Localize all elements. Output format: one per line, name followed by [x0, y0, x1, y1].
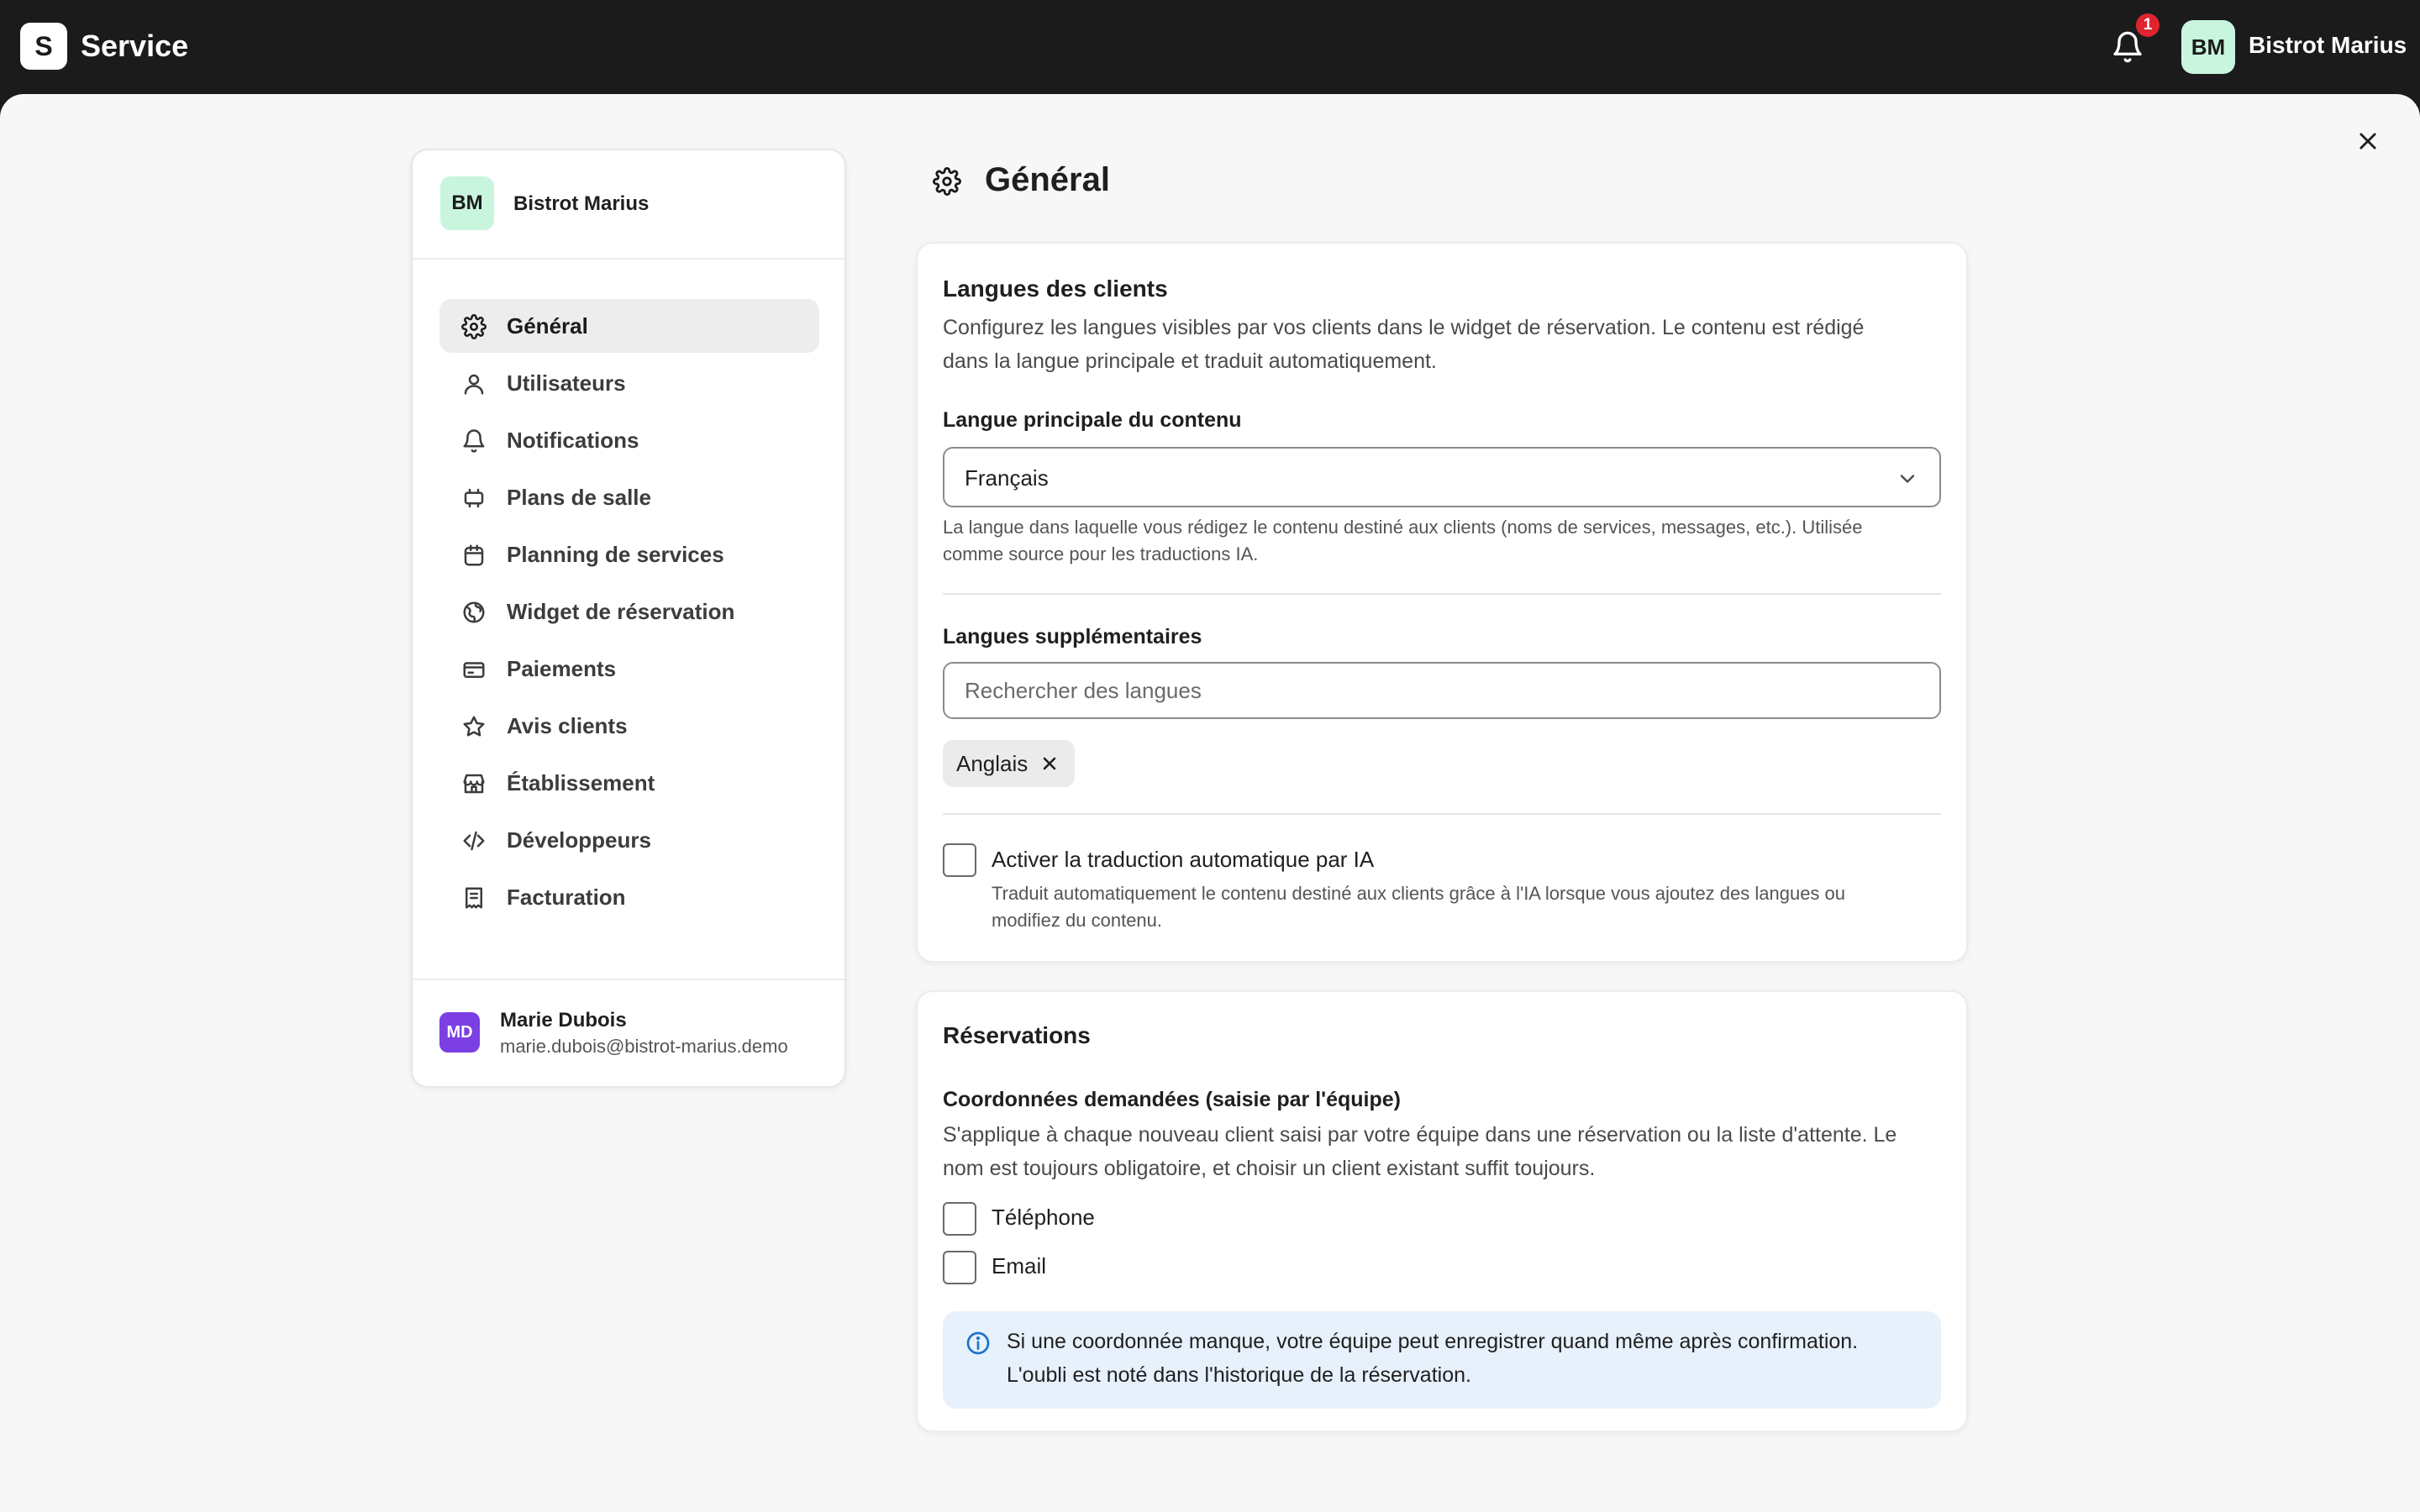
sidebar-item-payments[interactable]: Paiements — [439, 642, 819, 696]
language-chip-english: Anglais — [943, 740, 1076, 787]
primary-language-value: Français — [965, 465, 1049, 491]
store-icon — [461, 771, 487, 796]
info-banner: Si une coordonnée manque, votre équipe p… — [943, 1311, 1941, 1409]
globe-icon — [461, 600, 487, 625]
sidebar-item-floor-plans[interactable]: Plans de salle — [439, 470, 819, 524]
sidebar-org-name: Bistrot Marius — [513, 192, 650, 215]
gear-icon — [933, 167, 961, 196]
auto-translate-hint-line2: modifiez du contenu. — [992, 910, 1163, 931]
auto-translate-label[interactable]: Activer la traduction automatique par IA — [992, 847, 1374, 873]
org-name[interactable]: Bistrot Marius — [2249, 32, 2407, 59]
receipt-icon — [461, 885, 487, 911]
primary-language-select[interactable]: Français — [943, 447, 1941, 507]
floor-plan-icon — [461, 486, 487, 511]
extra-languages-label: Langues supplémentaires — [943, 625, 1202, 648]
user-name: Marie Dubois — [500, 1009, 627, 1032]
languages-card: Langues des clients Configurez les langu… — [916, 242, 1968, 963]
sidebar-item-label: Plans de salle — [507, 484, 651, 510]
auto-translate-checkbox[interactable] — [943, 843, 976, 877]
divider — [943, 593, 1941, 595]
star-icon — [461, 714, 487, 739]
languages-title: Langues des clients — [943, 276, 1168, 302]
user-email: marie.dubois@bistrot-marius.demo — [500, 1036, 788, 1057]
reservations-title: Réservations — [943, 1022, 1091, 1048]
language-search-input[interactable] — [943, 662, 1941, 719]
bell-icon — [461, 428, 487, 454]
phone-checkbox[interactable] — [943, 1202, 976, 1236]
languages-description-line2: dans la langue principale et traduit aut… — [943, 349, 1437, 373]
sidebar-item-label: Développeurs — [507, 827, 651, 853]
phone-label[interactable]: Téléphone — [992, 1205, 1095, 1231]
languages-description-line1: Configurez les langues visibles par vos … — [943, 316, 1865, 339]
top-bar: S Service 1 BM Bistrot Marius — [0, 0, 2420, 94]
brand-name[interactable]: Service — [81, 29, 188, 64]
chevron-down-icon — [1896, 467, 1919, 491]
chip-label: Anglais — [956, 750, 1028, 776]
page-title: Général — [985, 161, 1110, 198]
sidebar-item-developers[interactable]: Développeurs — [439, 813, 819, 867]
contact-fields-description-line2: nom est toujours obligatoire, et choisir… — [943, 1157, 1596, 1180]
sidebar-item-label: Général — [507, 312, 588, 339]
divider — [943, 813, 1941, 815]
contact-fields-label: Coordonnées demandées (saisie par l'équi… — [943, 1088, 1401, 1111]
notification-count-badge: 1 — [2136, 13, 2160, 37]
email-label[interactable]: Email — [992, 1253, 1046, 1279]
primary-language-label: Langue principale du contenu — [943, 408, 1242, 432]
sidebar-item-label: Facturation — [507, 884, 626, 910]
sidebar-item-label: Widget de réservation — [507, 598, 735, 624]
settings-sidebar: BM Bistrot Marius Général Utilisateurs N… — [411, 149, 846, 1088]
contact-fields-description-line1: S'applique à chaque nouveau client saisi… — [943, 1123, 1897, 1147]
sidebar-item-notifications[interactable]: Notifications — [439, 413, 819, 467]
sidebar-nav: Général Utilisateurs Notifications Plans… — [439, 299, 819, 927]
primary-language-hint-line1: La langue dans laquelle vous rédigez le … — [943, 517, 1863, 538]
reservations-card: Réservations Coordonnées demandées (sais… — [916, 990, 1968, 1432]
sidebar-user[interactable]: MD Marie Dubois marie.dubois@bistrot-mar… — [413, 979, 844, 1086]
calendar-icon — [461, 543, 487, 568]
sidebar-item-billing[interactable]: Facturation — [439, 870, 819, 924]
info-text: Si une coordonnée manque, votre équipe p… — [1007, 1325, 1923, 1392]
notifications-bell-icon[interactable] — [2111, 30, 2144, 64]
sidebar-item-label: Avis clients — [507, 712, 628, 738]
sidebar-item-label: Notifications — [507, 427, 639, 453]
sidebar-item-label: Planning de services — [507, 541, 724, 567]
sidebar-item-establishment[interactable]: Établissement — [439, 756, 819, 810]
credit-card-icon — [461, 657, 487, 682]
email-checkbox[interactable] — [943, 1251, 976, 1284]
primary-language-hint-line2: comme source pour les traductions IA. — [943, 543, 1259, 564]
sidebar-item-booking-widget[interactable]: Widget de réservation — [439, 585, 819, 638]
sidebar-item-label: Utilisateurs — [507, 370, 626, 396]
org-avatar[interactable]: BM — [2181, 20, 2235, 74]
user-icon — [461, 371, 487, 396]
sidebar-item-users[interactable]: Utilisateurs — [439, 356, 819, 410]
sidebar-item-label: Établissement — [507, 769, 655, 795]
brand-logo[interactable]: S — [20, 23, 67, 70]
sidebar-header: BM Bistrot Marius — [413, 150, 844, 260]
remove-chip-close-icon[interactable] — [1039, 753, 1060, 774]
info-text-line1: Si une coordonnée manque, votre équipe p… — [1007, 1330, 1859, 1353]
sidebar-item-reviews[interactable]: Avis clients — [439, 699, 819, 753]
user-avatar: MD — [439, 1012, 480, 1053]
info-icon — [965, 1330, 992, 1357]
info-text-line2: L'oubli est noté dans l'historique de la… — [1007, 1363, 1471, 1387]
close-icon[interactable] — [2353, 126, 2383, 156]
sidebar-item-service-planning[interactable]: Planning de services — [439, 528, 819, 581]
auto-translate-hint-line1: Traduit automatiquement le contenu desti… — [992, 883, 1846, 904]
code-icon — [461, 828, 487, 853]
sidebar-item-label: Paiements — [507, 655, 617, 681]
gear-icon — [461, 314, 487, 339]
sidebar-item-general[interactable]: Général — [439, 299, 819, 353]
sidebar-org-avatar: BM — [440, 176, 494, 230]
